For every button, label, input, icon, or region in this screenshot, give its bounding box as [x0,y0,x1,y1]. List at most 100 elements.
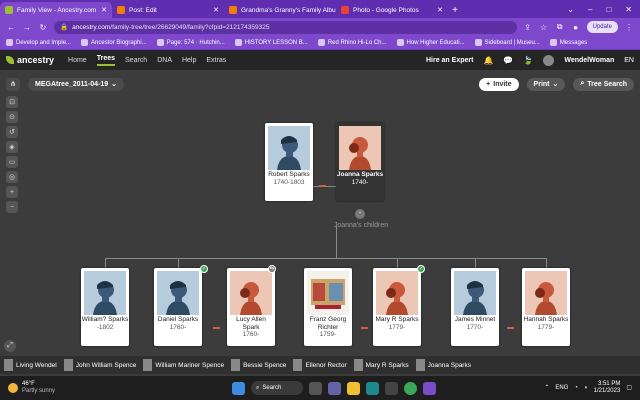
bookmark-item[interactable]: How Higher Educati... [396,39,465,46]
teams-icon[interactable] [328,381,341,395]
wifi-icon[interactable]: ◔ [574,385,578,392]
lock-icon: 🔒 [60,24,69,31]
nav-trees[interactable]: Trees [96,55,116,66]
person-card[interactable]: Mary R Sparks 1779- [373,268,421,346]
menu-icon[interactable]: ⋮ [624,23,634,32]
zoom-in-icon[interactable]: + [6,186,18,198]
messages-icon[interactable]: 💬 [503,56,513,65]
tree-selector[interactable]: MEGAtree_2011-04-19 ⌄ [28,77,125,91]
person-thumbnail [63,359,73,371]
forward-icon[interactable]: → [22,23,32,32]
star-icon[interactable]: ☆ [539,23,549,32]
nav-home[interactable]: Home [68,57,87,64]
reload-icon[interactable]: ↻ [38,23,48,32]
tab-grandma-album[interactable]: Grandma's Granny's Family Albu✕ [224,2,336,18]
bookmark-item[interactable]: Page: 574 · Hutchin... [156,39,225,46]
chrome-icon[interactable] [404,381,417,395]
maximize-icon[interactable]: □ [606,5,611,14]
nav-search[interactable]: Search [125,57,147,64]
close-icon[interactable]: ✕ [437,6,443,14]
expand-view-icon[interactable]: ⤢ [4,340,16,352]
hire-expert-link[interactable]: Hire an Expert [426,57,473,64]
tab-post-edit[interactable]: Post: Edit ✕ [112,2,224,18]
focus-person-card[interactable]: Joanna Sparks 1740- [336,123,384,201]
tab-search-icon[interactable]: ⌄ [567,5,574,14]
pedigree-icon[interactable]: ▭ [6,156,18,168]
person-card[interactable]: Lucy Allen Spark 1760- [227,268,275,346]
volume-icon[interactable]: ◖ [584,385,588,392]
back-icon[interactable]: ← [6,23,16,32]
person-card[interactable]: Robert Sparks 1740-1803 [265,123,313,201]
recent-person[interactable]: Mary R Sparks [353,359,409,371]
recent-person[interactable]: Bessie Spence [231,359,286,371]
person-thumbnail [143,359,153,371]
share-icon[interactable]: ⇪ [523,23,533,32]
print-button[interactable]: Print ⌄ [526,77,566,91]
profile-icon[interactable]: ● [571,23,581,32]
center-icon[interactable]: ◎ [6,171,18,183]
hint-leaf-icon[interactable]: ✓ [417,265,425,273]
nav-extras[interactable]: Extras [206,57,226,64]
update-button[interactable]: Update [586,21,618,33]
hints-icon[interactable]: 🍃 [523,56,533,65]
nav-help[interactable]: Help [182,57,196,64]
layers-icon[interactable]: ◈ [6,141,18,153]
bookmark-item[interactable]: Messages [549,39,587,46]
tab-google-photos[interactable]: Photo - Google Photos ✕ [336,2,448,18]
bookmark-item[interactable]: Red Rhino Hi-Lo Ch... [317,39,387,46]
invite-button[interactable]: + Invite [479,77,519,91]
tab-family-view[interactable]: Family View - Ancestry.com ✕ [0,2,112,18]
store-icon[interactable] [385,381,398,395]
person-card[interactable]: William? Sparks -1802 [81,268,129,346]
extensions-icon[interactable]: ⧉ [555,22,565,32]
edge-icon[interactable] [366,381,379,395]
recent-person[interactable]: Ellenor Rector [293,359,347,371]
tree-pages-icon[interactable]: ⋔ [6,77,20,91]
recent-person[interactable]: Living Wendel [4,359,57,371]
person-card[interactable]: James Minnet 1770- [451,268,499,346]
person-card[interactable]: Hannah Sparks 1779- [522,268,570,346]
hint-leaf-icon[interactable]: ✓ [200,265,208,273]
person-card[interactable]: Daniel Sparks 1760- [154,268,202,346]
zoom-out-icon[interactable]: − [6,201,18,213]
language-select[interactable]: EN [624,57,634,64]
bookmark-item[interactable]: Sideboard | Museu... [474,39,540,46]
recent-person[interactable]: William Mariner Spence [143,359,224,371]
bookmark-item[interactable]: Develop and Imple... [6,39,71,46]
minimize-icon[interactable]: – [588,5,592,14]
notification-icon[interactable]: ▢ [626,385,632,392]
person-card[interactable]: Franz Georg Richter 1759- [304,268,352,346]
close-window-icon[interactable]: ✕ [625,5,632,14]
file-explorer-icon[interactable] [347,381,360,395]
person-dates: 1759- [319,331,337,338]
nav-dna[interactable]: DNA [157,57,172,64]
bookmark-item[interactable]: HISTORY LESSON B... [234,39,308,46]
recent-person[interactable]: Joanna Sparks [415,359,471,371]
history-icon[interactable]: ↺ [6,126,18,138]
lock-icon[interactable]: ⊡ [6,96,18,108]
tray-lang[interactable]: ENG [555,385,568,392]
person-view-icon[interactable]: ⊙ [6,111,18,123]
task-view-icon[interactable] [309,381,322,395]
clock[interactable]: 3:51 PM 1/21/2023 [594,381,621,395]
person-photo [307,271,349,315]
url-input[interactable]: 🔒 ancestry.com/family-tree/tree/26629049… [54,20,517,34]
close-icon[interactable]: ✕ [101,6,107,14]
avatar[interactable] [543,54,555,66]
recent-person[interactable]: John William Spence [63,359,136,371]
chevron-up-icon[interactable]: ⌃ [544,385,549,392]
ancestry-logo[interactable]: ancestry [6,55,54,65]
username[interactable]: WendelWoman [564,57,614,64]
collapse-children-icon[interactable]: ⌃ [355,209,365,219]
bell-icon[interactable]: 🔔 [483,56,493,65]
taskbar-search[interactable]: ⌕ Search [251,381,303,395]
new-tab-button[interactable]: + [448,2,462,18]
bookmark-item[interactable]: Ancestor Biographi... [81,39,147,46]
weather-widget[interactable]: 46°F Partly sunny [8,381,55,395]
app-icon[interactable] [423,381,436,395]
search-icon: ⌕ [580,80,585,87]
spouse-switch-icon[interactable]: ⇆ [268,265,276,273]
close-icon[interactable]: ✕ [213,6,219,14]
windows-start-icon[interactable] [232,381,245,395]
tree-search-button[interactable]: ⌕ Tree Search [573,77,634,91]
